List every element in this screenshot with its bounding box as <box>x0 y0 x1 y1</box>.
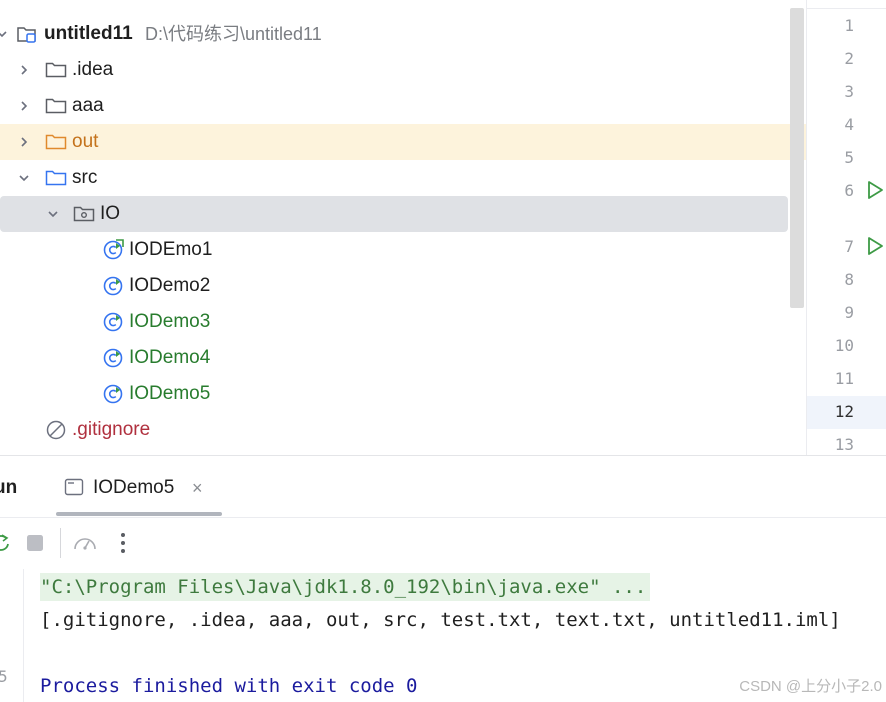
close-icon[interactable]: × <box>192 479 203 497</box>
project-name: untitled11 <box>44 23 133 44</box>
gutter-divider <box>807 8 886 9</box>
tree-row-class[interactable]: IODEmo1 <box>0 232 788 268</box>
line-number: 4 <box>844 115 854 134</box>
tree-row-class[interactable]: IODemo5 <box>0 376 788 412</box>
line-number: 2 <box>844 49 854 68</box>
chevron-right-icon[interactable] <box>16 98 32 114</box>
folder-icon <box>45 59 67 81</box>
project-path: D:\代码练习\untitled11 <box>145 24 322 44</box>
console-process-line: Process finished with exit code 0 <box>40 675 418 697</box>
rerun-icon[interactable] <box>0 525 16 561</box>
line-number-current: 12 <box>834 402 854 421</box>
run-toolbar <box>0 525 200 561</box>
chevron-down-icon[interactable] <box>16 170 32 186</box>
run-panel-title: un <box>0 476 34 500</box>
run-gutter-icon[interactable] <box>865 236 885 256</box>
tree-row-class[interactable]: IODemo3 <box>0 304 788 340</box>
editor-gutter: 1 2 3 4 5 6 7 8 9 10 11 12 13 <box>806 0 886 455</box>
console-gutter-digit: 5 <box>0 667 8 686</box>
run-panel-title-text: un <box>0 477 18 498</box>
folder-icon <box>45 95 67 117</box>
java-class-icon <box>102 311 124 333</box>
tree-label: IODemo3 <box>129 311 211 332</box>
line-number: 5 <box>844 148 854 167</box>
toolbar-separator <box>60 528 61 558</box>
tree-label: .idea <box>72 59 114 80</box>
tree-row-io[interactable]: IO <box>0 196 788 232</box>
line-number: 6 <box>844 181 854 200</box>
tree-label: out <box>72 131 99 152</box>
tab-label: IODemo5 <box>93 477 175 498</box>
run-gutter-icon[interactable] <box>865 180 885 200</box>
tree-row-class[interactable]: IODemo4 <box>0 340 788 376</box>
tree-label: IODemo5 <box>129 383 211 404</box>
tree-row-src[interactable]: src <box>0 160 788 196</box>
excluded-folder-icon <box>45 131 67 153</box>
tree-row-gitignore[interactable]: .gitignore <box>0 412 788 448</box>
java-class-icon <box>102 239 124 261</box>
tree-label: aaa <box>72 95 104 116</box>
java-class-icon <box>102 383 124 405</box>
performance-gauge-icon[interactable] <box>70 525 100 561</box>
line-number: 10 <box>834 336 854 355</box>
tree-row-aaa[interactable]: aaa <box>0 88 788 124</box>
tree-scrollbar[interactable] <box>790 8 804 308</box>
stop-icon[interactable] <box>20 525 50 561</box>
tree-label: IODemo2 <box>129 275 211 296</box>
line-number: 8 <box>844 270 854 289</box>
tree-label: IODemo4 <box>129 347 211 368</box>
source-folder-icon <box>45 167 67 189</box>
tree-row-out[interactable]: out <box>0 124 806 160</box>
toolbar-divider <box>0 517 886 518</box>
tree-label: .gitignore <box>72 419 151 440</box>
module-folder-icon <box>16 23 38 45</box>
tree-label: IO <box>100 203 121 224</box>
line-number: 3 <box>844 82 854 101</box>
chevron-right-icon[interactable] <box>16 62 32 78</box>
tree-row-class[interactable]: IODemo2 <box>0 268 788 304</box>
console-gutter: 5 <box>0 569 24 702</box>
line-number: 9 <box>844 303 854 322</box>
line-number: 13 <box>834 435 854 454</box>
package-icon <box>73 203 95 225</box>
tree-row-idea[interactable]: .idea <box>0 52 788 88</box>
tree-label: IODEmo1 <box>129 239 213 260</box>
line-number: 7 <box>844 237 854 256</box>
more-options-icon[interactable] <box>108 525 138 561</box>
project-tree: untitled11 D:\代码练习\untitled11 .idea aaa … <box>0 0 806 455</box>
active-tab-indicator <box>56 512 222 516</box>
tree-label: src <box>72 167 98 188</box>
chevron-right-icon[interactable] <box>16 134 32 150</box>
tree-row-root[interactable]: untitled11 D:\代码练习\untitled11 <box>0 16 788 52</box>
java-class-icon <box>102 275 124 297</box>
line-number: 1 <box>844 16 854 35</box>
console-command-line: "C:\Program Files\Java\jdk1.8.0_192\bin\… <box>40 573 651 601</box>
console-tab-icon <box>64 478 84 501</box>
line-number: 11 <box>834 369 854 388</box>
chevron-down-icon[interactable] <box>45 206 61 222</box>
panel-divider <box>0 455 886 456</box>
watermark: CSDN @上分小子2.0 <box>739 678 882 695</box>
chevron-down-icon[interactable] <box>0 26 10 42</box>
console-output-line: [.gitignore, .idea, aaa, out, src, test.… <box>40 609 841 631</box>
ignored-file-icon <box>45 419 67 441</box>
java-class-icon <box>102 347 124 369</box>
